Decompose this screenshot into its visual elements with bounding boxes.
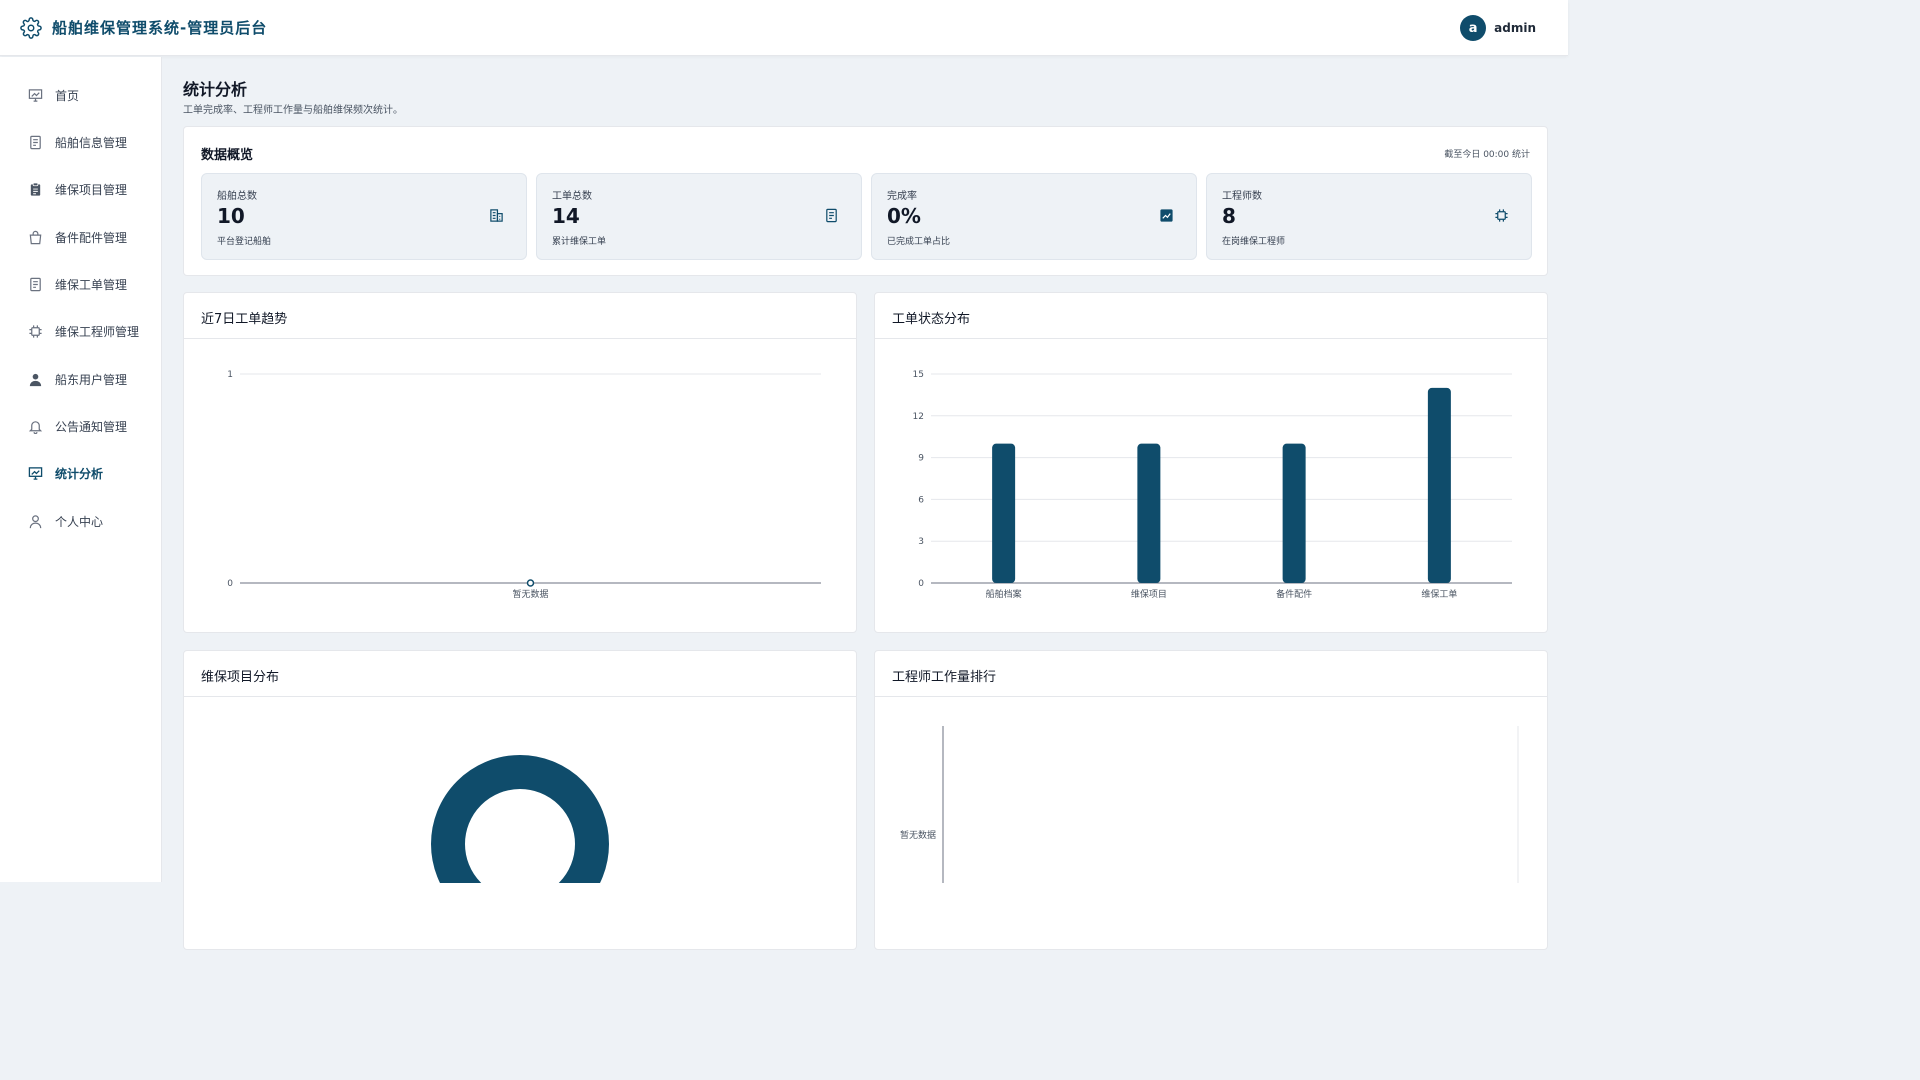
bar — [992, 443, 1016, 583]
sidebar-item-label: 维保工单管理 — [55, 277, 128, 292]
overview-card: 数据概览 截至今日 00:00 统计 船舶总数 10 平台登记船舶 工单总数 1… — [183, 126, 1548, 276]
panel-title: 工单状态分布 — [892, 312, 971, 327]
clipboard-icon — [28, 182, 43, 197]
stat-label: 船舶总数 — [217, 191, 257, 202]
y-tick-label: 暂无数据 — [900, 829, 936, 841]
sidebar-item-label: 备件配件管理 — [55, 230, 128, 245]
y-tick-label: 3 — [918, 537, 924, 547]
sidebar-item-notices[interactable]: 公告通知管理 — [28, 416, 127, 436]
sidebar: 首页 船舶信息管理 维保项目管理 备件配件管理 维保工单管理 维保工程师管理 船… — [0, 57, 162, 882]
document-icon — [28, 135, 43, 150]
sidebar-item-label: 维保工程师管理 — [55, 324, 140, 339]
bar — [1137, 443, 1161, 583]
y-tick-label: 0 — [918, 579, 924, 589]
panel-header: 近7日工单趋势 — [184, 293, 856, 339]
overview-title: 数据概览 — [201, 148, 254, 163]
brand: 船舶维保管理系统-管理员后台 — [20, 16, 268, 39]
stat-value: 14 — [552, 204, 580, 228]
trend-chart: 0 1 暂无数据 — [227, 370, 821, 600]
sidebar-item-profile[interactable]: 个人中心 — [28, 511, 103, 531]
username[interactable]: admin — [1494, 21, 1536, 35]
document-icon — [28, 277, 43, 292]
panel-title: 工程师工作量排行 — [892, 670, 997, 685]
panel-title: 维保项目分布 — [201, 670, 280, 685]
app-title: 船舶维保管理系统-管理员后台 — [52, 19, 268, 37]
stat-value: 10 — [217, 204, 245, 228]
gear-icon — [20, 16, 42, 39]
overview-note: 截至今日 00:00 统计 — [1444, 150, 1530, 160]
sidebar-item-statistics[interactable]: 统计分析 — [28, 463, 103, 483]
x-tick-label: 维保项目 — [1131, 588, 1167, 600]
project-panel: 维保项目分布 — [183, 650, 857, 950]
project-chart — [431, 755, 609, 883]
data-point — [526, 579, 535, 587]
engineer-chart: 暂无数据 — [900, 726, 1519, 883]
sidebar-item-ships[interactable]: 船舶信息管理 — [28, 132, 127, 152]
status-panel: 工单状态分布 0 3 6 9 12 15 船舶档案 维保项目 备件配件 维保工单 — [874, 292, 1548, 633]
stat-value: 8 — [1222, 204, 1236, 228]
stat-sub: 平台登记船舶 — [217, 237, 272, 247]
x-tick-label: 暂无数据 — [512, 588, 548, 600]
page-subtitle: 工单完成率、工程师工作量与船舶维保频次统计。 — [183, 105, 403, 116]
sidebar-item-home[interactable]: 首页 — [28, 85, 79, 105]
panel-header: 工程师工作量排行 — [875, 651, 1547, 697]
panel-header: 工单状态分布 — [875, 293, 1547, 339]
sidebar-item-label: 船东用户管理 — [55, 372, 128, 387]
building-icon — [489, 208, 504, 223]
stat-sub: 已完成工单占比 — [887, 237, 951, 247]
x-tick-label: 备件配件 — [1276, 588, 1312, 600]
chip-icon — [1494, 208, 1509, 223]
x-tick-label: 维保工单 — [1421, 588, 1457, 600]
stat-label: 工单总数 — [552, 191, 592, 202]
stat-card-completion: 完成率 0% 已完成工单占比 — [871, 173, 1197, 260]
bar — [1282, 443, 1306, 583]
stat-label: 工程师数 — [1222, 191, 1262, 202]
y-tick-label: 9 — [918, 454, 924, 464]
panel-header: 维保项目分布 — [184, 651, 856, 697]
chart-icon — [28, 466, 43, 481]
stat-card-engineers: 工程师数 8 在岗维保工程师 — [1206, 173, 1532, 260]
stat-card-ships: 船舶总数 10 平台登记船舶 — [201, 173, 527, 260]
sidebar-item-engineers[interactable]: 维保工程师管理 — [28, 321, 139, 341]
sidebar-item-label: 个人中心 — [55, 514, 104, 529]
stat-card-workorders: 工单总数 14 累计维保工单 — [536, 173, 862, 260]
panel-title: 近7日工单趋势 — [201, 312, 288, 327]
sidebar-item-label: 维保项目管理 — [55, 182, 128, 197]
sidebar-item-projects[interactable]: 维保项目管理 — [28, 179, 127, 199]
document-icon — [824, 208, 839, 223]
sidebar-item-label: 首页 — [55, 88, 80, 103]
donut-slice — [431, 755, 609, 883]
trend-icon — [1159, 208, 1174, 223]
user-solid-icon — [28, 372, 43, 387]
sidebar-item-workorders[interactable]: 维保工单管理 — [28, 274, 127, 294]
user-icon — [28, 514, 43, 529]
sidebar-item-label: 统计分析 — [55, 466, 104, 481]
status-chart: 0 3 6 9 12 15 船舶档案 维保项目 备件配件 维保工单 — [913, 370, 1512, 600]
bar — [1427, 387, 1451, 583]
dashboard-icon — [28, 88, 43, 103]
engineer-panel: 工程师工作量排行 暂无数据 — [874, 650, 1548, 950]
sidebar-item-label: 船舶信息管理 — [55, 135, 128, 150]
y-tick-label: 1 — [227, 370, 233, 380]
sidebar-item-label: 公告通知管理 — [55, 419, 128, 434]
bag-icon — [28, 230, 43, 245]
chip-icon — [28, 324, 43, 339]
stat-value: 0% — [887, 204, 921, 228]
y-tick-label: 12 — [913, 412, 924, 422]
y-tick-label: 15 — [913, 370, 924, 380]
bell-icon — [28, 419, 43, 434]
trend-panel: 近7日工单趋势 0 1 暂无数据 — [183, 292, 857, 633]
top-bar: 船舶维保管理系统-管理员后台 a admin — [0, 0, 1568, 56]
stat-sub: 累计维保工单 — [552, 237, 607, 247]
page-title: 统计分析 — [183, 80, 248, 99]
y-tick-label: 0 — [227, 579, 233, 589]
stat-label: 完成率 — [887, 191, 917, 202]
sidebar-item-parts[interactable]: 备件配件管理 — [28, 227, 127, 247]
y-tick-label: 6 — [918, 495, 924, 505]
user-menu[interactable]: a admin — [1460, 15, 1536, 41]
stat-sub: 在岗维保工程师 — [1222, 237, 1286, 247]
avatar[interactable]: a — [1460, 15, 1487, 41]
x-tick-label: 船舶档案 — [986, 588, 1022, 600]
sidebar-item-owners[interactable]: 船东用户管理 — [28, 369, 127, 389]
